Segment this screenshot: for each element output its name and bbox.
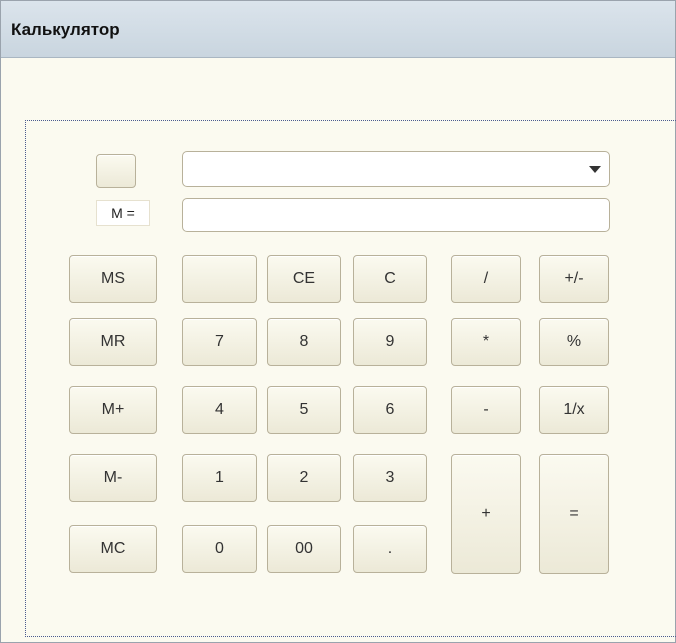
plus-minus-button[interactable]: +/-: [539, 255, 609, 303]
equals-button[interactable]: =: [539, 454, 609, 574]
mc-button[interactable]: MC: [69, 525, 157, 573]
result-display[interactable]: [182, 198, 610, 232]
subtract-button[interactable]: -: [451, 386, 521, 434]
decimal-point-button[interactable]: .: [353, 525, 427, 573]
ms-button[interactable]: MS: [69, 255, 157, 303]
m-plus-button[interactable]: M+: [69, 386, 157, 434]
memory-label: M =: [96, 200, 150, 226]
chevron-down-icon: [589, 165, 601, 173]
expression-dropdown[interactable]: [182, 151, 610, 187]
blank-button[interactable]: [182, 255, 257, 303]
add-button[interactable]: +: [451, 454, 521, 574]
digit-0-button[interactable]: 0: [182, 525, 257, 573]
divide-button[interactable]: /: [451, 255, 521, 303]
mr-button[interactable]: MR: [69, 318, 157, 366]
digit-1-button[interactable]: 1: [182, 454, 257, 502]
memory-indicator-button[interactable]: [96, 154, 136, 188]
digit-4-button[interactable]: 4: [182, 386, 257, 434]
digit-5-button[interactable]: 5: [267, 386, 341, 434]
title-bar: Калькулятор: [1, 1, 675, 58]
double-zero-button[interactable]: 00: [267, 525, 341, 573]
digit-7-button[interactable]: 7: [182, 318, 257, 366]
multiply-button[interactable]: *: [451, 318, 521, 366]
window-title: Калькулятор: [11, 20, 120, 39]
digit-3-button[interactable]: 3: [353, 454, 427, 502]
digit-8-button[interactable]: 8: [267, 318, 341, 366]
digit-9-button[interactable]: 9: [353, 318, 427, 366]
ce-button[interactable]: CE: [267, 255, 341, 303]
reciprocal-button[interactable]: 1/x: [539, 386, 609, 434]
m-minus-button[interactable]: M-: [69, 454, 157, 502]
percent-button[interactable]: %: [539, 318, 609, 366]
c-button[interactable]: C: [353, 255, 427, 303]
dropdown-toggle[interactable]: [582, 153, 608, 185]
digit-2-button[interactable]: 2: [267, 454, 341, 502]
digit-6-button[interactable]: 6: [353, 386, 427, 434]
